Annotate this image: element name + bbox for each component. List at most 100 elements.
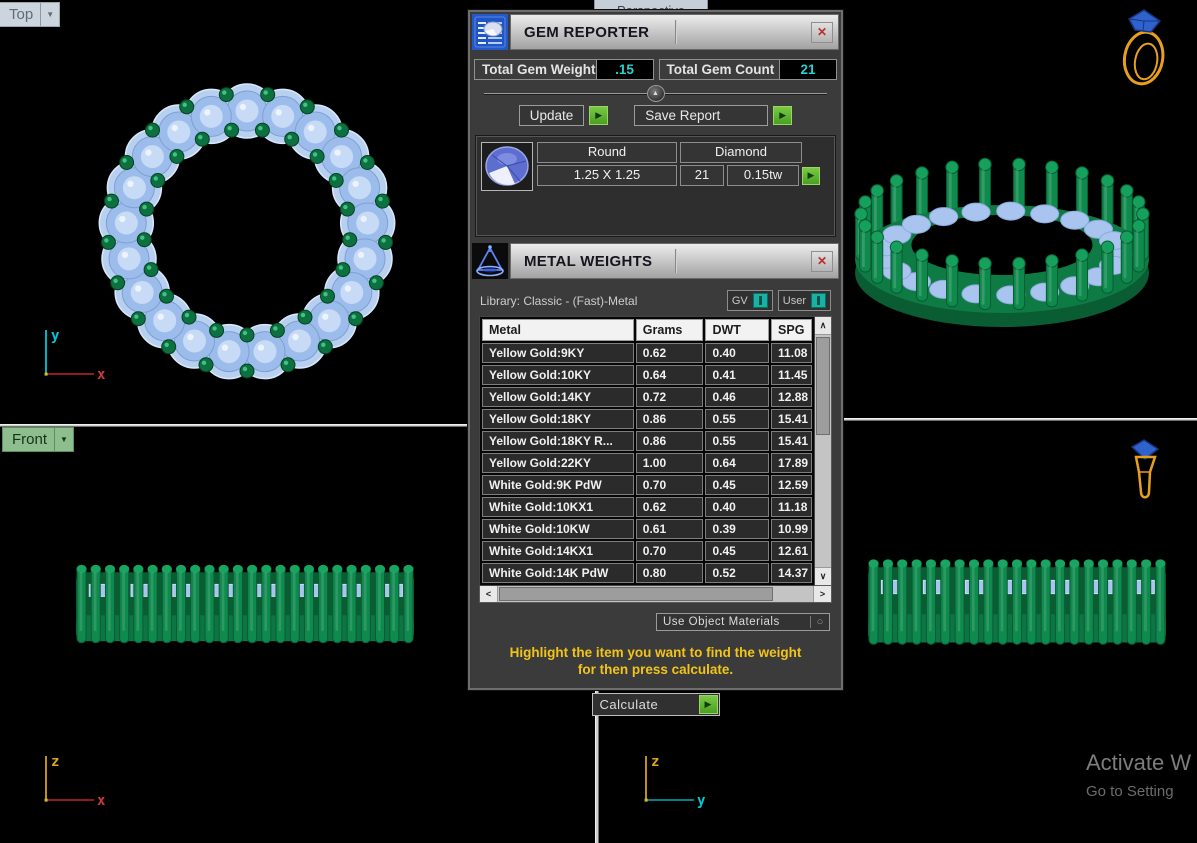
cell: 0.72 <box>636 387 704 407</box>
table-row[interactable]: Yellow Gold:10KY0.640.4111.45 <box>482 365 812 385</box>
viewport-tab-front[interactable]: Front ▼ <box>2 427 74 452</box>
calculate-button[interactable]: Calculate ▶ <box>592 693 720 716</box>
save-report-button-label: Save Report <box>634 105 768 126</box>
table-row[interactable]: Yellow Gold:14KY0.720.4612.88 <box>482 387 812 407</box>
cell: 12.59 <box>771 475 812 495</box>
go-arrow-icon[interactable]: ▶ <box>773 106 792 125</box>
use-object-materials-label: Use Object Materials <box>657 614 810 630</box>
table-row[interactable]: White Gold:10KW0.610.3910.99 <box>482 519 812 539</box>
cell: 1.00 <box>636 453 704 473</box>
svg-text:z: z <box>51 754 59 770</box>
save-report-button[interactable]: Save Report ▶ <box>634 105 792 126</box>
metal-weights-close-button[interactable]: ✕ <box>811 251 833 272</box>
metal-weights-titlebar: METAL WEIGHTS ✕ <box>472 243 839 279</box>
ring-wireframe-side-icon[interactable] <box>1122 436 1166 510</box>
ring-top-view-model[interactable] <box>95 80 399 384</box>
viewport-tab-top[interactable]: Top ▼ <box>0 2 60 27</box>
table-row[interactable]: White Gold:10KX10.620.4011.18 <box>482 497 812 517</box>
user-label: User <box>783 295 806 307</box>
table-header-row: MetalGramsDWTSPG <box>482 319 812 341</box>
gem-reporter-close-button[interactable]: ✕ <box>811 22 833 43</box>
gem-reporter-titlebar: GEM REPORTER ✕ <box>472 14 839 50</box>
use-object-materials-dropdown[interactable]: Use Object Materials ○ <box>656 613 830 631</box>
gem-reporter-title: GEM REPORTER <box>524 24 649 41</box>
viewport-tab-label: Front <box>3 431 54 449</box>
cell: 11.18 <box>771 497 812 517</box>
cell: 14.37 <box>771 563 812 583</box>
gem-thumbnail[interactable] <box>481 142 533 191</box>
cell: Yellow Gold:18KY R... <box>482 431 634 451</box>
cell: 15.41 <box>771 431 812 451</box>
gem-list-panel: Round Diamond 1.25 X 1.25 21 0.15tw ▶ <box>475 135 836 237</box>
metal-weights-drag-bar[interactable]: METAL WEIGHTS ✕ <box>510 243 839 279</box>
cell: White Gold:10KW <box>482 519 634 539</box>
metal-weights-title: METAL WEIGHTS <box>524 253 652 270</box>
table-row[interactable]: White Gold:14KX10.700.4512.61 <box>482 541 812 561</box>
update-button[interactable]: Update ▶ <box>519 105 609 126</box>
horizontal-scrollbar[interactable]: < > <box>479 586 832 603</box>
cell: 0.52 <box>705 563 769 583</box>
cell: White Gold:14KX1 <box>482 541 634 561</box>
cell: 17.89 <box>771 453 812 473</box>
scroll-up-button[interactable]: ∧ <box>815 317 831 335</box>
cell: 0.40 <box>705 497 769 517</box>
gem-row-go-button[interactable]: ▶ <box>802 167 820 185</box>
dialog-stack: GEM REPORTER ✕ Total Gem Weight .15 Tota… <box>468 10 843 690</box>
table-row[interactable]: White Gold:14K PdW0.800.5214.37 <box>482 563 812 583</box>
scroll-down-button[interactable]: ∨ <box>815 567 831 585</box>
windows-activation-watermark: Activate W Go to Setting <box>1086 750 1191 800</box>
cell: 0.86 <box>636 409 704 429</box>
total-gem-weight-field: Total Gem Weight .15 <box>474 59 654 80</box>
ring-front-view-model[interactable] <box>74 562 416 648</box>
scrollbar-thumb[interactable] <box>499 587 773 601</box>
table-row[interactable]: Yellow Gold:18KY R...0.860.5515.41 <box>482 431 812 451</box>
scrollbar-thumb[interactable] <box>816 337 830 435</box>
axis-indicator-top: yx <box>36 324 110 384</box>
rhino-workspace: yx zx zy Top ▼ Front ▼ Perspective Activ… <box>0 0 1197 843</box>
viewport-menu-arrow-icon[interactable]: ▼ <box>40 3 59 26</box>
splitter-collapse-button[interactable]: ▲ <box>647 85 665 102</box>
user-toggle-button[interactable]: User <box>778 290 831 311</box>
metal-weights-table[interactable]: MetalGramsDWTSPG Yellow Gold:9KY0.620.40… <box>479 316 815 586</box>
ring-right-view-model[interactable] <box>866 556 1168 650</box>
watermark-line2: Go to Setting <box>1086 783 1191 800</box>
update-button-label: Update <box>519 105 585 126</box>
cell: 0.55 <box>705 409 769 429</box>
gem-reporter-drag-bar[interactable]: GEM REPORTER ✕ <box>510 14 839 50</box>
viewport-menu-arrow-icon[interactable]: ▼ <box>54 428 73 451</box>
column-header: Metal <box>482 319 634 341</box>
gem-count-cell: 21 <box>680 165 724 186</box>
cell: 0.86 <box>636 431 704 451</box>
axis-indicator-front: zx <box>36 750 110 810</box>
table-row[interactable]: White Gold:9K PdW0.700.4512.59 <box>482 475 812 495</box>
cell: 12.88 <box>771 387 812 407</box>
cell: 0.64 <box>636 365 704 385</box>
gem-size-cell: 1.25 X 1.25 <box>537 165 677 186</box>
scroll-right-button[interactable]: > <box>813 586 831 602</box>
table-row[interactable]: Yellow Gold:18KY0.860.5515.41 <box>482 409 812 429</box>
gv-toggle-button[interactable]: GV <box>727 290 773 311</box>
scroll-left-button[interactable]: < <box>480 586 498 602</box>
cell: White Gold:14K PdW <box>482 563 634 583</box>
cell: 0.62 <box>636 343 704 363</box>
toggle-indicator-icon <box>811 293 826 308</box>
library-row: Library: Classic - (Fast)-Metal GV User <box>480 290 831 311</box>
panel-splitter[interactable]: ▲ <box>484 85 827 102</box>
toggle-indicator-icon <box>753 293 768 308</box>
column-header: SPG <box>771 319 812 341</box>
total-gem-count-field: Total Gem Count 21 <box>659 59 837 80</box>
table-row[interactable]: Yellow Gold:22KY1.000.6417.89 <box>482 453 812 473</box>
ring-wireframe-icon[interactable] <box>1120 6 1170 90</box>
go-arrow-icon[interactable]: ▶ <box>589 106 608 125</box>
ring-perspective-model[interactable] <box>846 142 1158 354</box>
collapse-arrow-icon: ▲ <box>652 90 659 97</box>
go-arrow-icon[interactable]: ▶ <box>699 695 718 714</box>
cell: 0.40 <box>705 343 769 363</box>
table-row[interactable]: Yellow Gold:9KY0.620.4011.08 <box>482 343 812 363</box>
metal-table-area: MetalGramsDWTSPG Yellow Gold:9KY0.620.40… <box>479 316 832 586</box>
titlebar-separator <box>675 249 676 273</box>
calculate-button-label: Calculate <box>594 695 699 714</box>
cell: 0.45 <box>705 541 769 561</box>
cell: White Gold:9K PdW <box>482 475 634 495</box>
vertical-scrollbar[interactable]: ∧ ∨ <box>815 316 832 586</box>
